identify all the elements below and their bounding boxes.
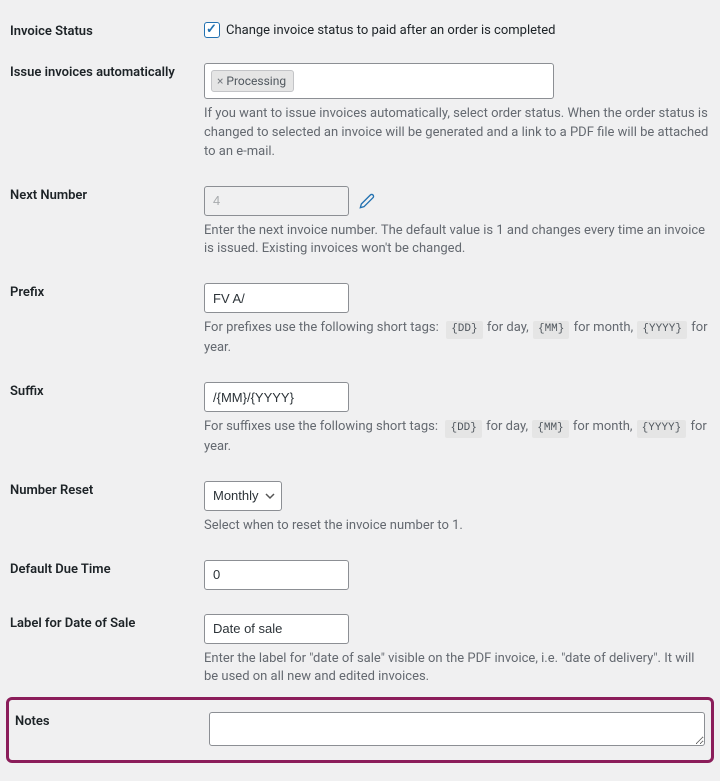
row-default-due: Default Due Time: [10, 546, 710, 600]
row-invoice-status: Invoice Status Change invoice status to …: [10, 8, 710, 49]
field-col: Monthly Select when to reset the invoice…: [204, 481, 710, 536]
invoice-status-checkbox-label[interactable]: Change invoice status to paid after an o…: [226, 23, 556, 38]
label-col: Notes: [15, 712, 209, 729]
label-col: Label for Date of Sale: [10, 614, 204, 631]
label-col: Number Reset: [10, 481, 204, 498]
field-col: Change invoice status to paid after an o…: [204, 22, 710, 38]
field-col: [209, 712, 705, 750]
label-col: Next Number: [10, 186, 204, 203]
desc-text: for day,: [487, 320, 532, 335]
label-col: Invoice Status: [10, 22, 204, 39]
next-number-input: [204, 186, 349, 216]
prefix-desc: For prefixes use the following short tag…: [204, 319, 710, 358]
next-number-label: Next Number: [10, 188, 87, 203]
field-col: Enter the label for "date of sale" visib…: [204, 614, 710, 688]
row-issue-auto: Issue invoices automatically × Processin…: [10, 49, 710, 172]
date-sale-label: Label for Date of Sale: [10, 616, 135, 631]
shorttag-day: {DD}: [445, 420, 481, 438]
edit-icon[interactable]: [359, 193, 375, 209]
shorttag-day: {DD}: [446, 321, 482, 339]
suffix-input[interactable]: [204, 382, 349, 412]
number-reset-label: Number Reset: [10, 483, 93, 498]
row-prefix: Prefix For prefixes use the following sh…: [10, 269, 710, 368]
invoice-status-checkbox-row: Change invoice status to paid after an o…: [204, 22, 710, 38]
number-reset-select[interactable]: Monthly: [204, 481, 282, 511]
prefix-label: Prefix: [10, 285, 44, 300]
row-number-reset: Number Reset Monthly Select when to rese…: [10, 467, 710, 546]
date-sale-input[interactable]: [204, 614, 349, 644]
default-due-label: Default Due Time: [10, 562, 111, 577]
label-col: Suffix: [10, 382, 204, 399]
desc-text: For suffixes use the following short tag…: [204, 419, 438, 434]
suffix-desc: For suffixes use the following short tag…: [204, 418, 710, 457]
date-sale-desc: Enter the label for "date of sale" visib…: [204, 650, 710, 688]
issue-auto-tag[interactable]: × Processing: [211, 70, 294, 92]
tag-text: Processing: [226, 74, 286, 88]
prefix-input[interactable]: [204, 283, 349, 313]
row-notes: Notes: [15, 706, 705, 752]
row-date-sale-label: Label for Date of Sale Enter the label f…: [10, 600, 710, 698]
next-number-desc: Enter the next invoice number. The defau…: [204, 222, 710, 260]
issue-auto-tag-input[interactable]: × Processing: [204, 63, 554, 99]
label-col: Issue invoices automatically: [10, 63, 204, 80]
notes-label: Notes: [15, 714, 50, 729]
label-col: Default Due Time: [10, 560, 204, 577]
issue-auto-label: Issue invoices automatically: [10, 65, 175, 80]
label-col: Prefix: [10, 283, 204, 300]
desc-text: for month,: [574, 320, 637, 335]
issue-auto-desc: If you want to issue invoices automatica…: [204, 105, 710, 162]
desc-text: For prefixes use the following short tag…: [204, 320, 439, 335]
field-col: For suffixes use the following short tag…: [204, 382, 710, 457]
desc-text: for month,: [573, 419, 636, 434]
shorttag-year: {YYYY}: [637, 321, 687, 339]
next-number-input-row: [204, 186, 710, 216]
row-next-number: Next Number Enter the next invoice numbe…: [10, 172, 710, 270]
desc-text: for day,: [486, 419, 531, 434]
suffix-label: Suffix: [10, 384, 44, 399]
default-due-input[interactable]: [204, 560, 349, 590]
shorttag-month: {MM}: [533, 321, 569, 339]
field-col: For prefixes use the following short tag…: [204, 283, 710, 358]
row-suffix: Suffix For suffixes use the following sh…: [10, 368, 710, 467]
field-col: Enter the next invoice number. The defau…: [204, 186, 710, 260]
notes-textarea[interactable]: [209, 712, 705, 746]
field-col: [204, 560, 710, 590]
tag-remove-icon[interactable]: ×: [217, 74, 223, 88]
field-col: × Processing If you want to issue invoic…: [204, 63, 710, 162]
shorttag-year: {YYYY}: [637, 420, 687, 438]
shorttag-month: {MM}: [532, 420, 568, 438]
invoice-status-label: Invoice Status: [10, 24, 93, 39]
number-reset-desc: Select when to reset the invoice number …: [204, 517, 710, 536]
invoice-status-checkbox[interactable]: [204, 22, 220, 38]
row-notes-highlight: Notes: [6, 697, 714, 763]
